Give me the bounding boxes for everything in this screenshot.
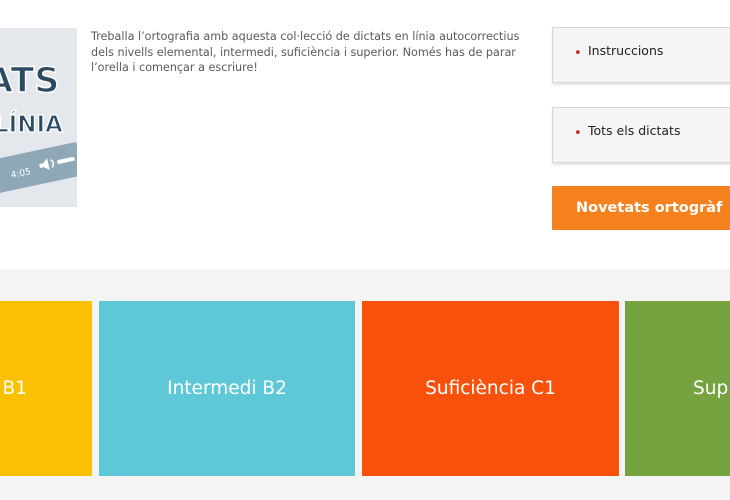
logo-text-bottom: LÍNIA (0, 110, 63, 138)
dictats-logo-image[interactable]: ATS LÍNIA 4:05 (0, 28, 77, 207)
bullet-icon: • (574, 46, 582, 61)
level-label: B1 (2, 378, 27, 399)
tots-els-dictats-label: Tots els dictats (588, 123, 681, 138)
intro-text: Treballa l’ortografia amb aquesta col·le… (91, 30, 520, 75)
level-label: Sup (693, 378, 729, 399)
level-tile-superior[interactable]: Sup (625, 301, 730, 476)
logo-text-top: ATS (0, 61, 59, 101)
novetats-label: Novetats ortogràf (576, 200, 723, 216)
level-label: Intermedi B2 (167, 378, 287, 399)
bullet-icon: • (574, 126, 582, 141)
instruccions-label: Instruccions (588, 43, 664, 58)
level-tile-suficiencia-c1[interactable]: Suficiència C1 (362, 301, 619, 476)
instruccions-button[interactable]: • Instruccions (552, 27, 730, 83)
level-tile-b1[interactable]: B1 (0, 301, 92, 476)
novetats-ortografiques-button[interactable]: Novetats ortogràf (552, 186, 730, 230)
tots-els-dictats-button[interactable]: • Tots els dictats (552, 107, 730, 163)
level-tile-intermedi-b2[interactable]: Intermedi B2 (99, 301, 355, 476)
level-label: Suficiència C1 (425, 378, 556, 399)
